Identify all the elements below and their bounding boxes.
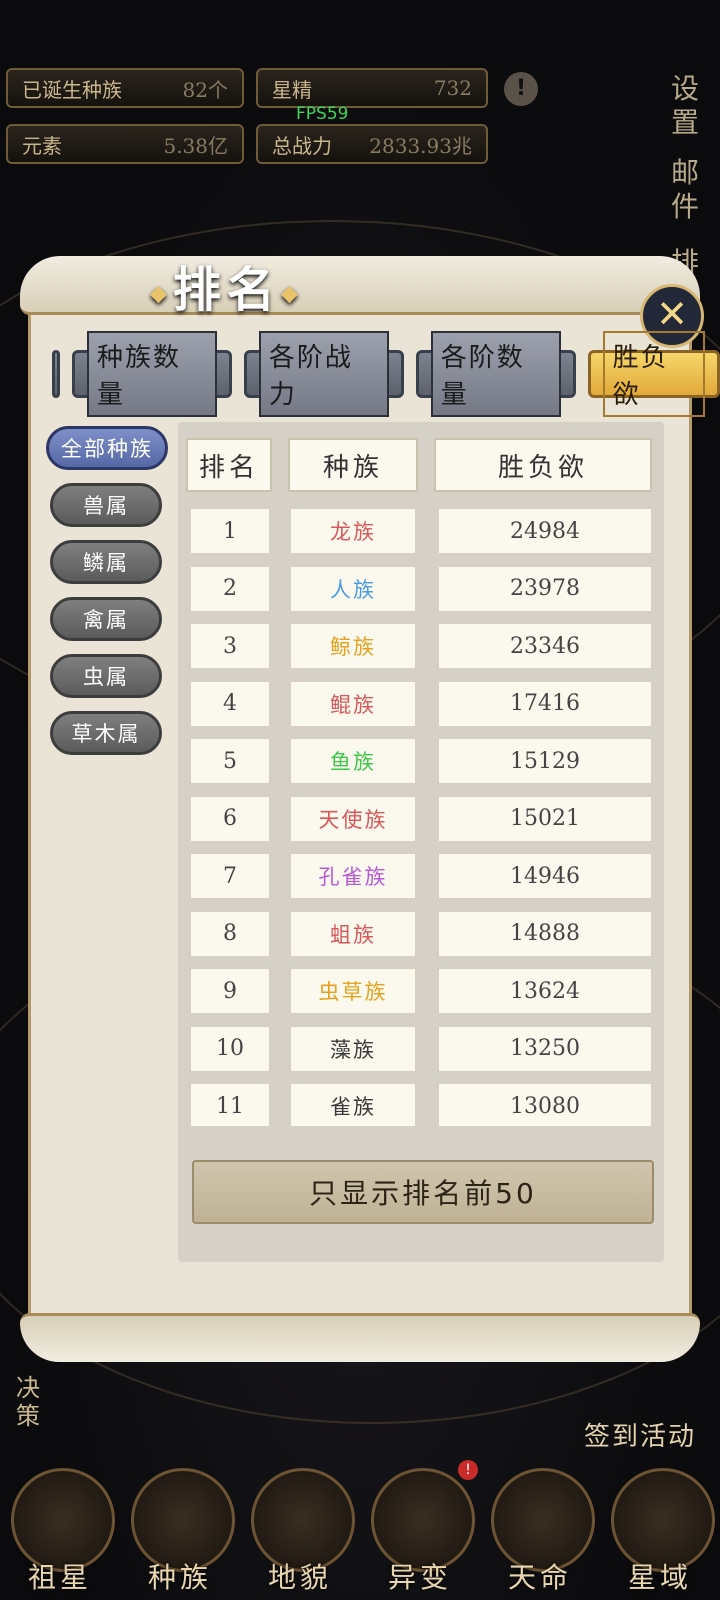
rank-cell: 7 [190,853,270,899]
value-cell: 23346 [438,623,652,669]
tab-tier-power[interactable]: 各阶战力 [243,331,404,417]
tab-hidden-left[interactable] [52,350,60,398]
value-cell: 23978 [438,565,652,612]
value-cell: 15129 [438,738,652,784]
table-row: 8 蛆族 14888 [186,910,656,957]
decision-button[interactable]: 决策 [16,1374,46,1430]
category-all[interactable]: 全部种族 [46,426,168,470]
value-cell: 14888 [438,910,652,957]
category-bird[interactable]: 禽属 [50,597,162,641]
value-cell: 14946 [438,853,652,899]
diamond-ornament-icon: ◆ [280,280,304,307]
table-row: 9 虫草族 13624 [186,968,656,1014]
race-cell: 人族 [290,565,416,612]
nav-races[interactable]: 种族 [125,1464,235,1600]
value-cell: 13624 [438,968,652,1014]
race-cell: 龙族 [290,508,416,554]
rank-cell: 3 [190,623,270,669]
rank-cell: 10 [190,1025,270,1072]
race-cell: 藻族 [290,1025,416,1072]
rank-cell: 2 [190,565,270,612]
race-cell: 鲲族 [290,680,416,727]
diamond-ornament-icon: ◆ [150,280,173,307]
header-race: 种族 [288,438,418,492]
ranking-rows[interactable]: 1 龙族 24984 2 人族 23978 3 鲸族 23346 4 鲲族 17416 5 鱼族 15129… [186,508,656,1126]
signin-activity-button[interactable]: 签到活动 [584,1416,696,1453]
category-plant[interactable]: 草木属 [50,711,162,755]
table-row: 11 雀族 13080 [186,1083,656,1126]
settings-button[interactable]: 设置 [668,72,702,140]
power-label: 总战力 [272,133,332,158]
category-insect[interactable]: 虫属 [50,654,162,698]
rank-cell: 11 [190,1083,270,1126]
race-cell: 天使族 [290,795,416,842]
mail-button[interactable]: 邮件 [668,156,702,224]
scroll-top-ornament [20,256,700,315]
table-row: 7 孔雀族 14946 [186,853,656,899]
born-races-label: 已诞生种族 [22,77,122,102]
table-row: 5 鱼族 15129 [186,738,656,784]
race-cell: 虫草族 [290,968,416,1014]
nav-destiny[interactable]: 天命 [485,1464,595,1600]
born-races-stat: 已诞生种族 82个 [6,68,244,108]
tab-tier-count[interactable]: 各阶数量 [415,331,576,417]
tab-competitiveness[interactable]: 胜负欲 [587,331,720,417]
category-beast[interactable]: 兽属 [50,483,162,527]
table-row: 4 鲲族 17416 [186,680,656,727]
element-label: 元素 [22,133,62,158]
nav-mutation[interactable]: 异变 [365,1464,475,1600]
nav-terrain[interactable]: 地貌 [245,1464,355,1600]
element-value: 5.38亿 [163,133,228,158]
category-list: 全部种族 兽属 鳞属 禽属 虫属 草木属 [46,426,168,768]
table-row: 1 龙族 24984 [186,508,656,554]
table-row: 6 天使族 15021 [186,795,656,842]
nav-star-domain[interactable]: 星域 [605,1464,715,1600]
table-row: 10 藻族 13250 [186,1025,656,1072]
dialog-title-text: 排名 [172,262,281,318]
header-rank: 排名 [186,438,272,492]
race-cell: 雀族 [290,1083,416,1126]
essence-value: 732 [433,76,472,100]
table-row: 3 鲸族 23346 [186,623,656,669]
essence-label: 星精 [272,77,312,102]
value-cell: 13080 [438,1083,652,1126]
power-stat: 总战力 2833.93兆 [256,124,488,164]
born-races-value: 82个 [182,77,228,102]
race-cell: 蛆族 [290,910,416,957]
rank-cell: 4 [190,680,270,727]
value-cell: 13250 [438,1025,652,1072]
race-cell: 孔雀族 [290,853,416,899]
rank-cell: 1 [190,508,270,554]
rank-cell: 6 [190,795,270,842]
rank-cell: 8 [190,910,270,957]
power-value: 2833.93兆 [369,133,472,158]
header-value: 胜负欲 [434,438,652,492]
race-cell: 鲸族 [290,623,416,669]
element-stat: 元素 5.38亿 [6,124,244,164]
warning-icon[interactable]: ! [504,72,538,106]
scroll-bottom-ornament [20,1313,700,1362]
category-scale[interactable]: 鳞属 [50,540,162,584]
essence-stat: 星精 732 [256,68,488,108]
nav-home-star[interactable]: 祖星 [5,1464,115,1600]
bottom-nav: 祖星 种族 地貌 异变 天命 星域 [0,1464,720,1600]
rank-cell: 5 [190,738,270,784]
race-cell: 鱼族 [290,738,416,784]
ranking-tabs: 种族数量 各阶战力 各阶数量 胜负欲 [52,331,720,417]
value-cell: 24984 [438,508,652,554]
top50-filter-button[interactable]: 只显示排名前50 [192,1160,654,1224]
value-cell: 17416 [438,680,652,727]
tab-race-count[interactable]: 种族数量 [71,331,232,417]
rank-cell: 9 [190,968,270,1014]
table-row: 2 人族 23978 [186,565,656,612]
value-cell: 15021 [438,795,652,842]
close-x-icon: ✕ [656,292,688,336]
dialog-title: ◆排名◆ [150,250,304,320]
fps-counter: FPS59 [296,104,349,124]
